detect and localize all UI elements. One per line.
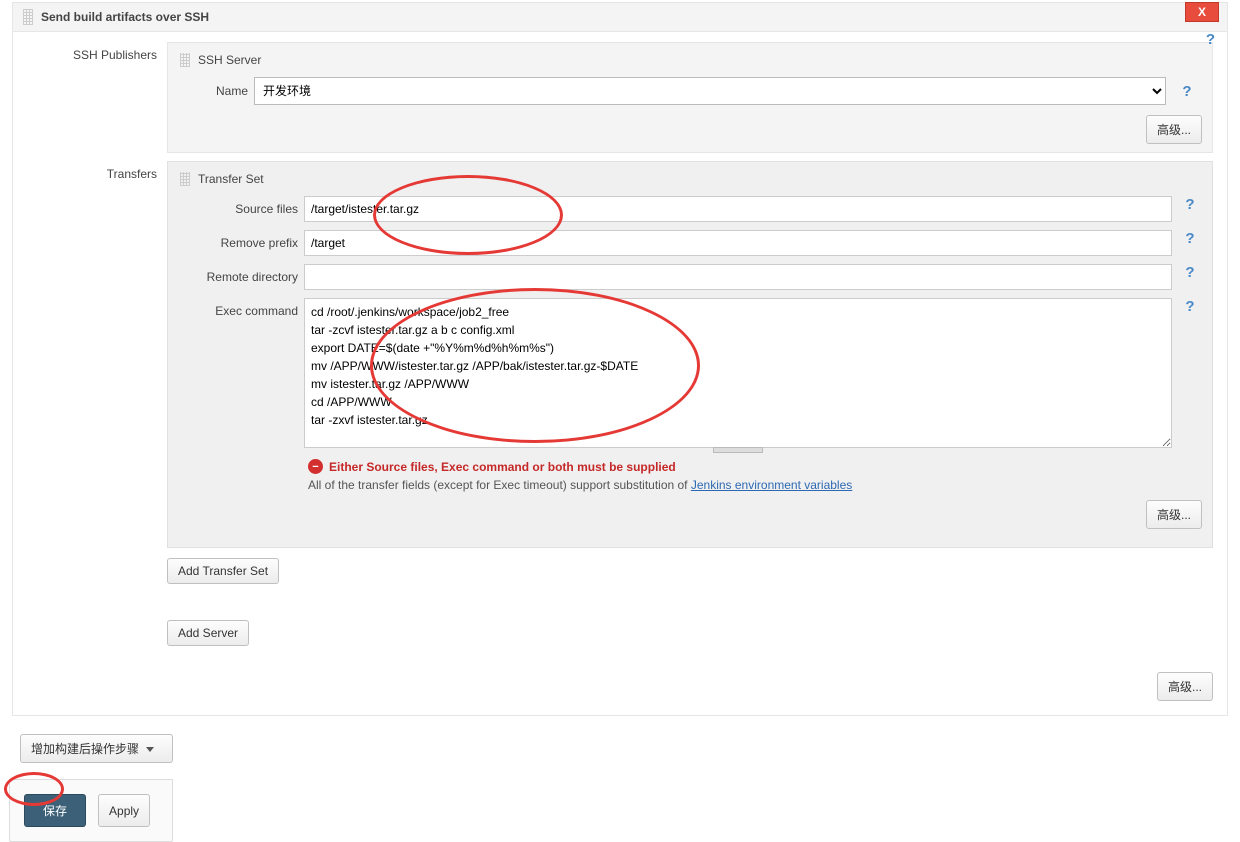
apply-button[interactable]: Apply xyxy=(98,794,150,827)
close-icon[interactable]: X xyxy=(1185,2,1219,22)
help-icon[interactable]: ? xyxy=(1206,31,1215,48)
server-name-select[interactable]: 开发环境 xyxy=(254,77,1166,105)
drag-handle-icon[interactable] xyxy=(180,172,190,186)
help-icon[interactable]: ? xyxy=(1178,230,1202,247)
section-header: Send build artifacts over SSH xyxy=(13,3,1227,32)
help-icon[interactable]: ? xyxy=(1178,196,1202,213)
help-icon[interactable]: ? xyxy=(1178,264,1202,281)
transfer-set-title: Transfer Set xyxy=(178,170,1202,196)
note-text: All of the transfer fields (except for E… xyxy=(308,478,1202,492)
name-label: Name xyxy=(178,84,248,98)
transfers-label: Transfers xyxy=(27,161,157,584)
ssh-publishers-label: SSH Publishers xyxy=(27,42,157,153)
remote-directory-input[interactable] xyxy=(304,264,1172,290)
add-post-build-button[interactable]: 增加构建后操作步骤 xyxy=(20,734,173,763)
drag-handle-icon[interactable] xyxy=(23,9,33,25)
exec-command-textarea[interactable] xyxy=(304,298,1172,448)
ssh-server-panel: SSH Server Name 开发环境 ? 高级... xyxy=(167,42,1213,153)
drag-handle-icon[interactable] xyxy=(180,53,190,67)
exec-command-label: Exec command xyxy=(178,298,298,318)
remote-directory-label: Remote directory xyxy=(178,264,298,284)
add-server-button[interactable]: Add Server xyxy=(167,620,249,646)
chevron-down-icon xyxy=(146,747,154,752)
error-message: − Either Source files, Exec command or b… xyxy=(308,459,1202,474)
env-vars-link[interactable]: Jenkins environment variables xyxy=(691,478,852,492)
ssh-publish-section: Send build artifacts over SSH X ? SSH Pu… xyxy=(12,2,1228,716)
add-transfer-set-button[interactable]: Add Transfer Set xyxy=(167,558,279,584)
section-title: Send build artifacts over SSH xyxy=(41,10,209,24)
help-icon[interactable]: ? xyxy=(1172,83,1202,100)
remove-prefix-label: Remove prefix xyxy=(178,230,298,250)
error-icon: − xyxy=(308,459,323,474)
advanced-button[interactable]: 高级... xyxy=(1146,500,1202,529)
advanced-button[interactable]: 高级... xyxy=(1157,672,1213,701)
footer-actions: 保存 Apply xyxy=(9,779,173,842)
transfer-set-panel: Transfer Set Source files ? Remove prefi… xyxy=(167,161,1213,548)
source-files-label: Source files xyxy=(178,196,298,216)
advanced-button[interactable]: 高级... xyxy=(1146,115,1202,144)
source-files-input[interactable] xyxy=(304,196,1172,222)
ssh-server-title: SSH Server xyxy=(178,51,1202,77)
resize-grip-icon[interactable] xyxy=(713,447,763,453)
save-button[interactable]: 保存 xyxy=(24,794,86,827)
help-icon[interactable]: ? xyxy=(1178,298,1202,315)
remove-prefix-input[interactable] xyxy=(304,230,1172,256)
